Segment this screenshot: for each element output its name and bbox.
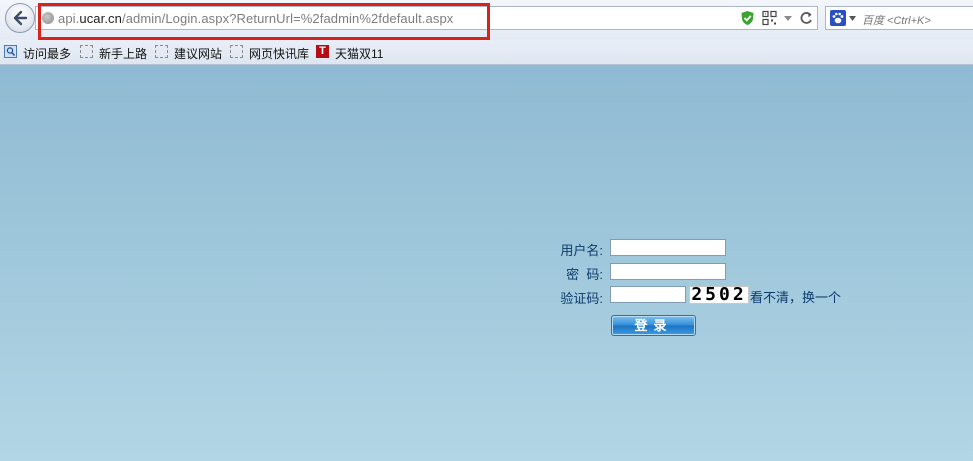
password-field[interactable] — [610, 263, 726, 280]
tmall-icon: T — [316, 45, 329, 58]
globe-icon — [42, 12, 54, 24]
shield-icon[interactable] — [740, 10, 755, 26]
captcha-field[interactable] — [610, 286, 686, 303]
back-arrow-icon — [13, 10, 28, 26]
url-dropdown-icon[interactable] — [783, 10, 793, 26]
paw-icon[interactable] — [830, 10, 846, 26]
search-icon — [4, 45, 17, 58]
back-button[interactable] — [5, 3, 35, 33]
bookmark-label: 网页快讯库 — [249, 47, 310, 61]
bookmark-label: 天猫双11 — [335, 47, 384, 61]
bookmark-label: 新手上路 — [99, 47, 148, 61]
password-label: 密 码: — [566, 267, 603, 282]
username-field[interactable] — [610, 239, 726, 256]
login-button[interactable]: 登录 — [611, 315, 696, 336]
engine-dropdown-icon[interactable] — [849, 16, 856, 21]
bookmark-label: 建议网站 — [174, 47, 223, 61]
captcha-label: 验证码: — [560, 291, 603, 306]
username-label: 用户名: — [560, 243, 603, 258]
qr-code-icon[interactable] — [762, 10, 777, 26]
reload-icon[interactable] — [799, 10, 813, 26]
address-url[interactable]: api.ucar.cn/admin/Login.aspx?ReturnUrl=%… — [58, 11, 453, 26]
bookmark-icon — [230, 45, 243, 58]
search-placeholder[interactable]: 百度 <Ctrl+K> — [862, 12, 931, 28]
login-page — [0, 65, 973, 461]
captcha-image[interactable]: 2502 — [689, 286, 749, 304]
captcha-refresh-link[interactable]: 看不清，换一个 — [750, 287, 841, 306]
bookmark-icon — [155, 45, 168, 58]
bookmark-icon — [80, 45, 93, 58]
bookmark-label: 访问最多 — [23, 47, 72, 61]
